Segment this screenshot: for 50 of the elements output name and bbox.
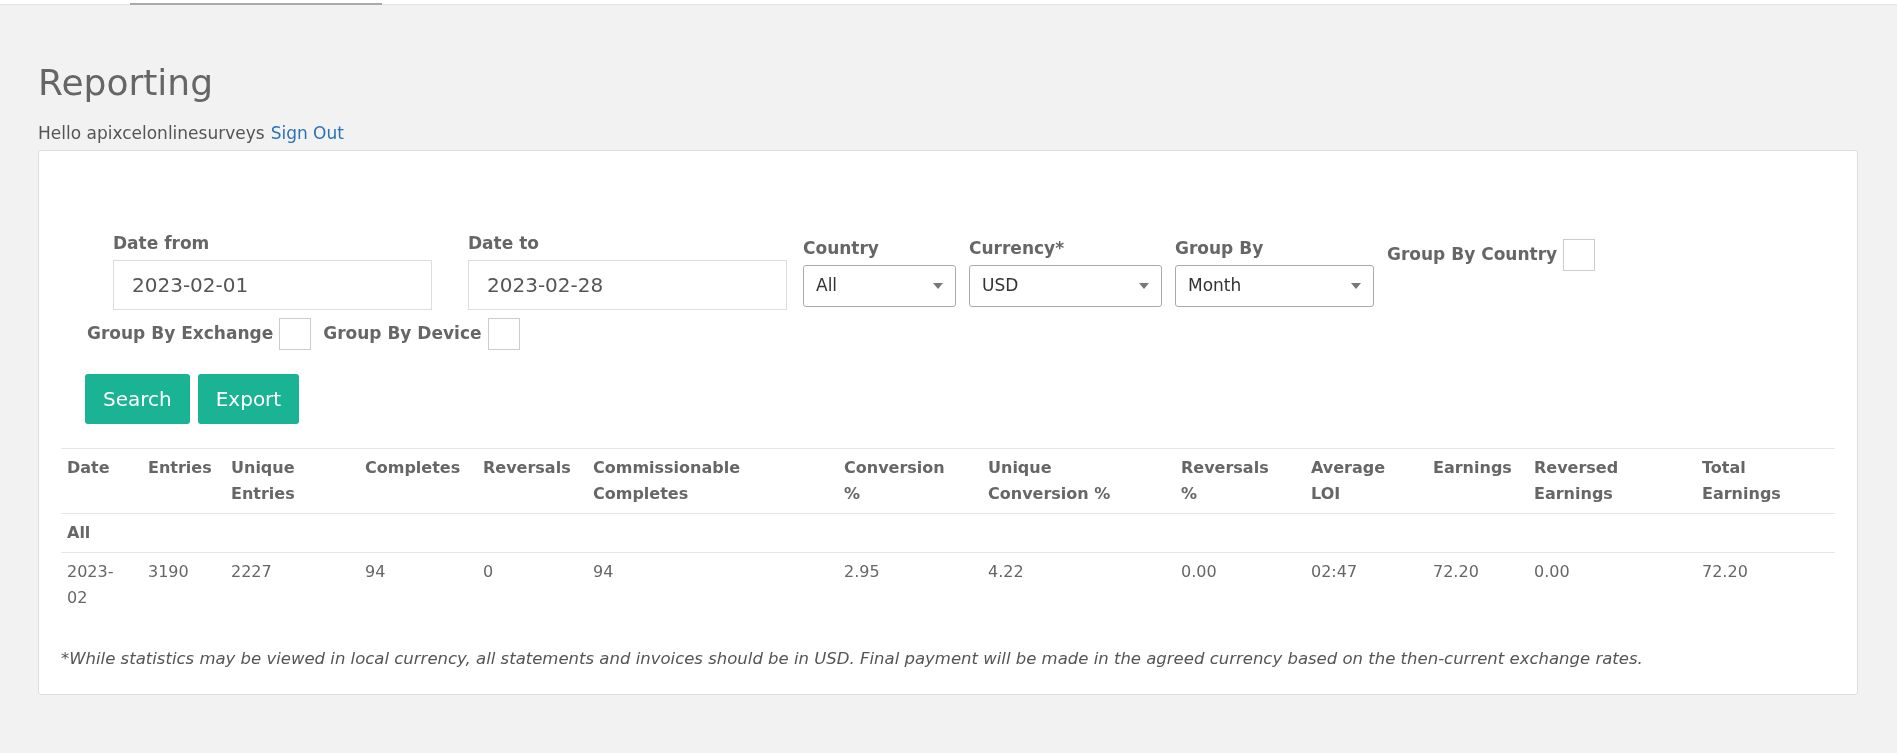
- column-header: Conversion %: [843, 457, 946, 505]
- checkbox[interactable]: [487, 318, 520, 350]
- checkbox[interactable]: [279, 318, 312, 350]
- date-input-field[interactable]: 2023-02-28: [468, 260, 787, 310]
- dropdown[interactable]: USD: [969, 265, 1162, 307]
- table-cell-text: 0.00: [1533, 561, 1571, 583]
- field-label: Date from: [113, 231, 211, 255]
- table-cell-text: 2.95: [843, 561, 881, 583]
- table-cell-text: 72.20: [1432, 561, 1480, 583]
- column-header: Commissionable Completes: [592, 457, 742, 505]
- field-label: Date to: [468, 231, 540, 255]
- table-cell-text: 3190: [147, 561, 190, 583]
- column-header: Average LOI: [1310, 457, 1387, 505]
- table-cell-text: 0.00: [1180, 561, 1218, 583]
- table-cell-text: 2227: [230, 561, 273, 583]
- footnote-text: *While statistics may be viewed in local currency, all statements and invoices should be in USD. Final payment will be made in the agreed currency based on the then-current exchange rates.: [61, 648, 1644, 670]
- caret-icon: [1139, 283, 1149, 289]
- column-header: Earnings: [1432, 457, 1513, 479]
- field-label: Country: [803, 236, 880, 260]
- caret-icon: [933, 283, 943, 289]
- table-cell-text: 02:47: [1310, 561, 1359, 583]
- dropdown[interactable]: Month: [1175, 265, 1374, 307]
- field-label: Group By: [1175, 236, 1265, 260]
- column-header: Reversals: [482, 457, 572, 479]
- column-header: Entries: [147, 457, 213, 479]
- table-cell-text: 94: [592, 561, 615, 583]
- checkbox-label: Group By Device: [323, 322, 482, 346]
- column-header: Reversals %: [1180, 457, 1270, 505]
- table-cell-text: 72.20: [1701, 561, 1749, 583]
- checkbox-label: Group By Country: [1387, 242, 1558, 266]
- column-header: Completes: [364, 457, 462, 479]
- table-cell-text: 94: [364, 561, 387, 583]
- checkbox[interactable]: [1563, 238, 1596, 271]
- table-cell-text: 2023-02: [66, 561, 115, 609]
- page-title: Reporting: [38, 65, 214, 101]
- column-header: Date: [66, 457, 111, 479]
- column-header: Total Earnings: [1701, 457, 1782, 505]
- table-cell-text: 4.22: [987, 561, 1025, 583]
- group-label: All: [67, 522, 92, 544]
- table-cell-text: 0: [482, 561, 495, 583]
- sign-out-link[interactable]: Sign Out: [270, 121, 344, 147]
- checkbox-label: Group By Exchange: [87, 322, 274, 346]
- caret-icon: [1351, 283, 1361, 289]
- column-header: Reversed Earnings: [1533, 457, 1620, 505]
- dropdown[interactable]: All: [803, 265, 956, 307]
- field-label: Currency*: [969, 236, 1066, 260]
- column-header: Unique Entries: [230, 457, 296, 505]
- column-header: Unique Conversion %: [987, 457, 1112, 505]
- greeting-text: Hello apixcelonlinesurveys: [38, 122, 265, 145]
- date-input-field[interactable]: 2023-02-01: [113, 260, 432, 310]
